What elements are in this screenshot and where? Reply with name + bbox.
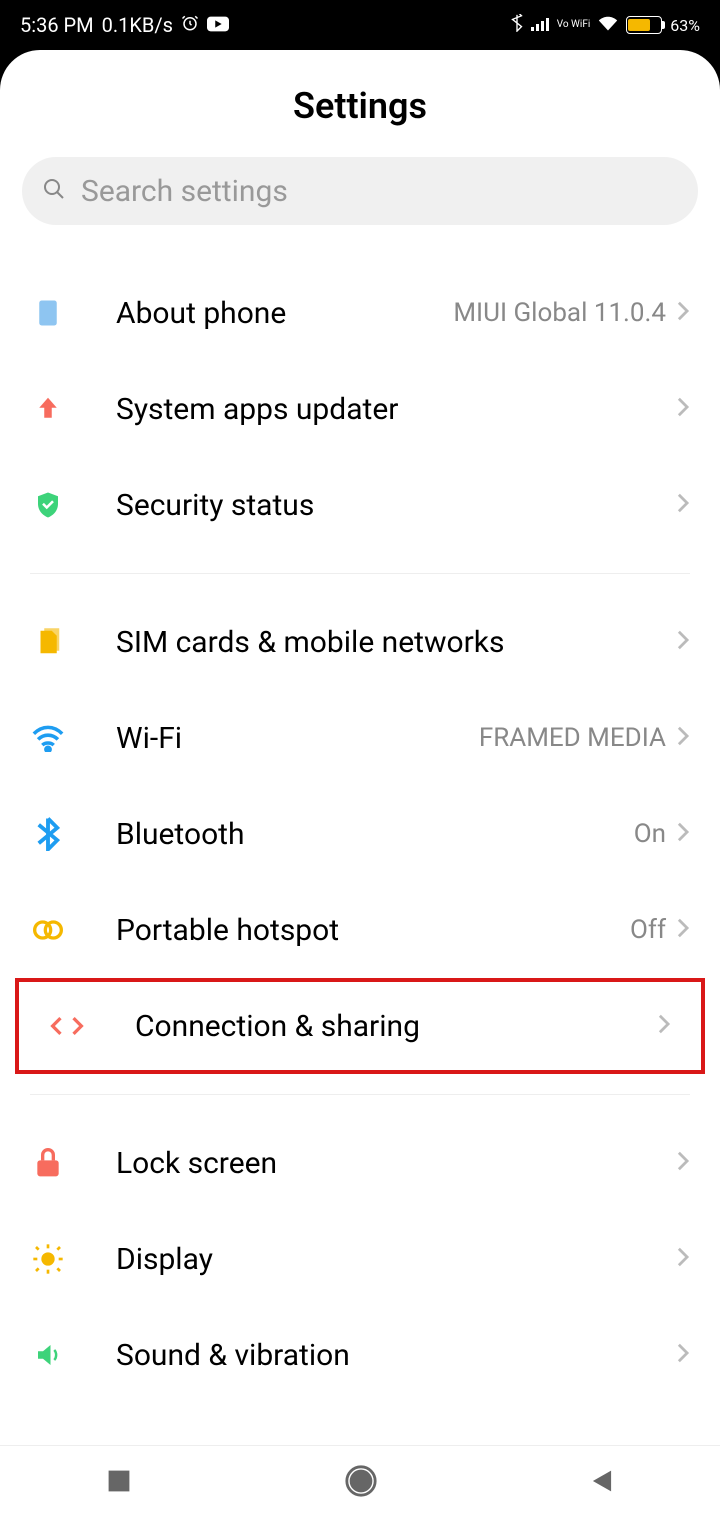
- list-item-label: Connection & sharing: [135, 1009, 657, 1044]
- list-item-label: Portable hotspot: [116, 913, 630, 948]
- list-item-value: FRAMED MEDIA: [479, 723, 666, 753]
- page-title: Settings: [0, 85, 720, 127]
- list-item-label: Display: [116, 1242, 676, 1277]
- youtube-icon: [207, 13, 229, 37]
- settings-item-portable-hotspot[interactable]: Portable hotspot Off: [0, 882, 720, 978]
- phone-icon: [30, 295, 66, 331]
- battery-pct: 63%: [670, 16, 700, 35]
- section-divider: [30, 1094, 690, 1095]
- chevron-right-icon: [676, 300, 690, 326]
- status-time: 5:36 PM: [20, 13, 94, 37]
- chevron-right-icon: [676, 1150, 690, 1176]
- recent-apps-button[interactable]: [106, 1468, 132, 1498]
- list-item-label: SIM cards & mobile networks: [116, 625, 676, 660]
- search-input[interactable]: Search settings: [22, 157, 698, 225]
- back-button[interactable]: [590, 1468, 614, 1498]
- arrow-up-icon: [30, 391, 66, 427]
- status-left: 5:36 PM 0.1KB/s: [20, 13, 229, 37]
- wifi-icon: [30, 720, 66, 756]
- signal-icon: [531, 16, 549, 35]
- chevron-right-icon: [657, 1013, 671, 1039]
- settings-item-security-status[interactable]: Security status: [0, 457, 720, 553]
- hotspot-icon: [30, 912, 66, 948]
- settings-item-sim-cards[interactable]: SIM cards & mobile networks: [0, 594, 720, 690]
- settings-item-display[interactable]: Display: [0, 1211, 720, 1307]
- chevron-right-icon: [676, 1342, 690, 1368]
- wifi-status-icon: [598, 15, 618, 35]
- list-item-label: About phone: [116, 296, 453, 331]
- list-item-label: Bluetooth: [116, 817, 634, 852]
- chevron-right-icon: [676, 629, 690, 655]
- chevron-right-icon: [676, 1246, 690, 1272]
- settings-item-bluetooth[interactable]: Bluetooth On: [0, 786, 720, 882]
- sim-icon: [30, 624, 66, 660]
- list-item-value: MIUI Global 11.0.4: [453, 298, 666, 328]
- status-bar: 5:36 PM 0.1KB/s Vo WiFi 63%: [0, 0, 720, 50]
- list-item-label: Lock screen: [116, 1146, 676, 1181]
- settings-screen: Settings Search settings About phone MIU…: [0, 50, 720, 1445]
- chevron-right-icon: [676, 492, 690, 518]
- sound-icon: [30, 1337, 66, 1373]
- status-data-rate: 0.1KB/s: [102, 13, 173, 37]
- settings-item-about-phone[interactable]: About phone MIUI Global 11.0.4: [0, 265, 720, 361]
- chevron-right-icon: [676, 821, 690, 847]
- settings-item-wifi[interactable]: Wi-Fi FRAMED MEDIA: [0, 690, 720, 786]
- list-item-label: Sound & vibration: [116, 1338, 676, 1373]
- connection-icon: [49, 1008, 85, 1044]
- search-icon: [42, 177, 66, 205]
- lock-icon: [30, 1145, 66, 1181]
- alarm-icon: [181, 13, 199, 37]
- section-divider: [30, 573, 690, 574]
- settings-item-lock-screen[interactable]: Lock screen: [0, 1115, 720, 1211]
- chevron-right-icon: [676, 396, 690, 422]
- list-item-label: Security status: [116, 488, 676, 523]
- home-button[interactable]: [344, 1464, 378, 1502]
- settings-item-connection-sharing[interactable]: Connection & sharing: [15, 978, 705, 1074]
- navigation-bar: [0, 1445, 720, 1520]
- bluetooth-status-icon: [511, 14, 523, 36]
- list-item-label: System apps updater: [116, 392, 676, 427]
- chevron-right-icon: [676, 917, 690, 943]
- settings-item-system-apps-updater[interactable]: System apps updater: [0, 361, 720, 457]
- list-item-label: Wi-Fi: [116, 721, 479, 756]
- vowifi-icon: Vo WiFi: [557, 20, 591, 30]
- battery-icon: [626, 16, 662, 34]
- sun-icon: [30, 1241, 66, 1277]
- list-item-value: Off: [630, 915, 666, 945]
- list-item-value: On: [634, 819, 666, 849]
- search-placeholder: Search settings: [81, 174, 288, 209]
- settings-item-sound-vibration[interactable]: Sound & vibration: [0, 1307, 720, 1403]
- status-right: Vo WiFi 63%: [511, 14, 700, 36]
- shield-check-icon: [30, 487, 66, 523]
- chevron-right-icon: [676, 725, 690, 751]
- bluetooth-icon: [30, 816, 66, 852]
